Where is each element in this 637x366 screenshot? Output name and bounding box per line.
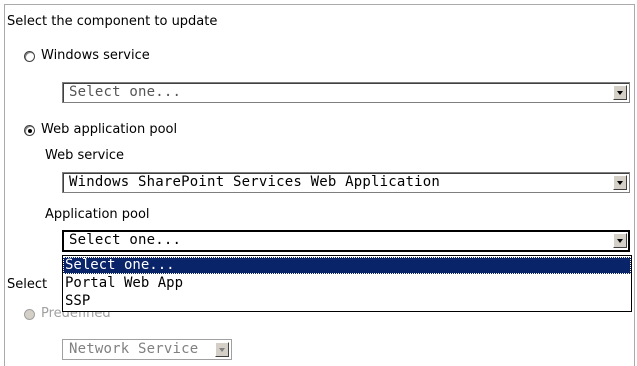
- radio-selected-dot: [28, 129, 32, 133]
- app-pool-dropdown-list: Select one... Portal Web App SSP: [62, 255, 632, 312]
- dropdown-option[interactable]: Portal Web App: [63, 275, 631, 292]
- web-app-pool-label[interactable]: Web application pool: [41, 122, 177, 137]
- web-service-select[interactable]: Windows SharePoint Services Web Applicat…: [62, 172, 630, 193]
- app-pool-select[interactable]: Select one...: [62, 230, 630, 252]
- predefined-account-select-value: Network Service: [69, 341, 199, 357]
- predefined-radio[interactable]: [24, 309, 35, 320]
- chevron-down-icon[interactable]: [613, 233, 627, 248]
- web-service-select-value: Windows SharePoint Services Web Applicat…: [69, 174, 441, 190]
- dropdown-option[interactable]: Select one...: [63, 257, 631, 274]
- windows-service-label[interactable]: Windows service: [41, 48, 150, 63]
- app-pool-select-value: Select one...: [69, 232, 182, 248]
- component-section-heading: Select the component to update: [7, 14, 218, 29]
- account-section-heading: Select: [7, 277, 48, 292]
- predefined-account-select[interactable]: Network Service: [62, 339, 232, 360]
- app-pool-label: Application pool: [45, 207, 150, 222]
- windows-service-select-value: Select one...: [69, 84, 182, 100]
- chevron-down-icon[interactable]: [613, 175, 627, 190]
- chevron-down-icon[interactable]: [613, 85, 627, 100]
- windows-service-select[interactable]: Select one...: [62, 82, 630, 103]
- windows-service-radio[interactable]: [24, 51, 35, 62]
- web-service-label: Web service: [45, 148, 125, 163]
- web-app-pool-radio[interactable]: [24, 125, 35, 136]
- dropdown-option[interactable]: SSP: [63, 293, 631, 310]
- chevron-down-icon[interactable]: [215, 342, 229, 357]
